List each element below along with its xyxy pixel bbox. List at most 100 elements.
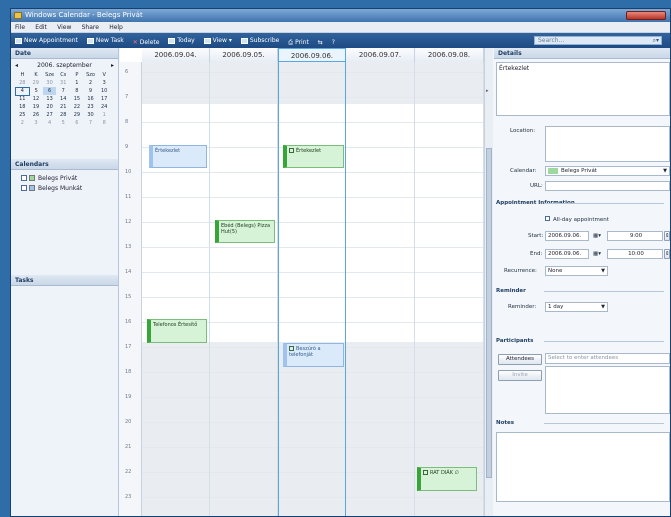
day-cell[interactable]: 29 bbox=[70, 111, 84, 119]
appointment[interactable]: Értekezlet bbox=[283, 145, 344, 168]
day-cell[interactable]: 8 bbox=[97, 119, 111, 127]
day-cell[interactable]: 1 bbox=[97, 111, 111, 119]
subscribe-button[interactable]: Subscribe bbox=[240, 33, 279, 48]
appointment[interactable]: Értekezlet bbox=[149, 145, 207, 168]
attendees-list[interactable] bbox=[545, 366, 670, 414]
start-date-field[interactable]: 2006.09.06. bbox=[545, 231, 589, 241]
day-cell[interactable]: 15 bbox=[70, 95, 84, 103]
day-column-selected[interactable] bbox=[278, 62, 346, 516]
day-cell[interactable]: 5 bbox=[29, 87, 43, 95]
day-cell[interactable]: 6 bbox=[70, 119, 84, 127]
vertical-scrollbar[interactable]: ▸ bbox=[484, 48, 493, 516]
day-header[interactable]: 2006.09.04. bbox=[142, 48, 210, 62]
end-time-field[interactable]: 10:00 bbox=[607, 249, 663, 259]
day-cell[interactable]: 18 bbox=[16, 103, 30, 111]
day-cell[interactable]: 19 bbox=[29, 103, 43, 111]
appointment[interactable]: Beszúró a telefonját bbox=[283, 343, 344, 367]
appointment[interactable]: Telefonos Értesítő bbox=[147, 319, 207, 343]
menu-share[interactable]: Share bbox=[82, 24, 99, 31]
day-cell[interactable]: 9 bbox=[84, 87, 98, 95]
prev-month-icon[interactable]: ◂ bbox=[15, 62, 18, 69]
notes-field[interactable] bbox=[496, 432, 670, 502]
day-cell[interactable]: 7 bbox=[56, 87, 70, 95]
title-field[interactable]: Értekezlet bbox=[496, 62, 670, 116]
day-column[interactable] bbox=[346, 62, 415, 516]
day-cell-selected[interactable]: 6 bbox=[42, 87, 57, 95]
appointment[interactable]: Ebéd (Belegs) Pizza Hut(5) bbox=[215, 220, 275, 243]
next-month-icon[interactable]: ▸ bbox=[111, 62, 114, 69]
day-cell[interactable]: 31 bbox=[56, 79, 70, 87]
day-cell[interactable]: 2 bbox=[84, 79, 98, 87]
appointment[interactable]: RAT DIÁK ∅ bbox=[417, 467, 477, 491]
url-field[interactable] bbox=[545, 181, 670, 191]
scrollbar-thumb[interactable] bbox=[486, 148, 492, 478]
day-cell[interactable]: 25 bbox=[16, 111, 30, 119]
day-cell[interactable]: 23 bbox=[84, 103, 98, 111]
day-column[interactable] bbox=[142, 62, 210, 516]
location-field[interactable] bbox=[545, 126, 670, 162]
day-header-selected[interactable]: 2006.09.06. bbox=[278, 48, 346, 62]
day-cell[interactable]: 14 bbox=[56, 95, 70, 103]
day-cell[interactable]: 29 bbox=[29, 79, 43, 87]
today-button[interactable]: Today bbox=[168, 33, 195, 48]
new-appointment-button[interactable]: New Appointment bbox=[15, 33, 78, 48]
start-time-spinner[interactable]: ⇕ bbox=[664, 231, 670, 241]
date-picker-icon[interactable]: ▦▾ bbox=[593, 251, 601, 257]
search-input[interactable]: Search... ⌕▾ bbox=[534, 36, 662, 45]
menu-file[interactable]: File bbox=[15, 24, 25, 31]
day-header[interactable]: 2006.09.07. bbox=[346, 48, 415, 62]
calendar-select[interactable]: Belegs Privát ▼ bbox=[545, 166, 670, 176]
day-cell[interactable]: 7 bbox=[84, 119, 98, 127]
day-cell[interactable]: 5 bbox=[56, 119, 70, 127]
attendees-button[interactable]: Attendees bbox=[498, 354, 542, 365]
day-cell[interactable]: 2 bbox=[16, 119, 30, 127]
date-picker-icon[interactable]: ▦▾ bbox=[593, 233, 601, 239]
invite-button[interactable]: Invite bbox=[498, 370, 542, 381]
checkbox-icon[interactable] bbox=[545, 216, 550, 221]
day-cell[interactable]: 21 bbox=[56, 103, 70, 111]
calendar-item-work[interactable]: Belegs Munkát bbox=[11, 183, 118, 193]
day-cell[interactable]: 28 bbox=[56, 111, 70, 119]
menu-help[interactable]: Help bbox=[109, 24, 123, 31]
day-column[interactable] bbox=[415, 62, 484, 516]
day-cell[interactable]: 17 bbox=[97, 95, 111, 103]
day-cell[interactable]: 28 bbox=[16, 79, 30, 87]
day-cell[interactable]: 3 bbox=[29, 119, 43, 127]
recurrence-select[interactable]: None ▼ bbox=[545, 266, 608, 276]
new-task-button[interactable]: New Task bbox=[86, 33, 124, 48]
day-cell[interactable]: 30 bbox=[43, 79, 57, 87]
day-header[interactable]: 2006.09.08. bbox=[415, 48, 484, 62]
window-controls[interactable] bbox=[626, 11, 666, 20]
attendees-input[interactable]: Select to enter attendees bbox=[545, 353, 670, 364]
day-cell[interactable]: 24 bbox=[97, 103, 111, 111]
all-day-checkbox[interactable]: All-day appointment bbox=[545, 216, 609, 223]
day-header[interactable]: 2006.09.05. bbox=[210, 48, 278, 62]
collapse-arrow-icon[interactable]: ▸ bbox=[486, 88, 489, 94]
day-cell[interactable]: 27 bbox=[43, 111, 57, 119]
day-cell[interactable]: 3 bbox=[97, 79, 111, 87]
reminder-select[interactable]: 1 day ▼ bbox=[545, 302, 608, 312]
start-time-field[interactable]: 9:00 bbox=[607, 231, 663, 241]
menu-edit[interactable]: Edit bbox=[35, 24, 47, 31]
day-cell[interactable]: 11 bbox=[16, 95, 30, 103]
day-cell[interactable]: 4 bbox=[15, 86, 30, 96]
menu-view[interactable]: View bbox=[57, 24, 71, 31]
end-date-field[interactable]: 2006.09.06. bbox=[545, 249, 589, 259]
day-cell[interactable]: 1 bbox=[70, 79, 84, 87]
day-column[interactable] bbox=[210, 62, 278, 516]
checkbox-icon[interactable] bbox=[21, 175, 27, 181]
day-cell[interactable]: 30 bbox=[84, 111, 98, 119]
day-cell[interactable]: 12 bbox=[29, 95, 43, 103]
calendar-item-private[interactable]: Belegs Privát bbox=[11, 173, 118, 183]
day-cell[interactable]: 20 bbox=[43, 103, 57, 111]
day-cell[interactable]: 13 bbox=[43, 95, 57, 103]
day-cell[interactable]: 22 bbox=[70, 103, 84, 111]
day-cell[interactable]: 26 bbox=[29, 111, 43, 119]
end-time-spinner[interactable]: ⇕ bbox=[664, 249, 670, 259]
day-cell[interactable]: 4 bbox=[43, 119, 57, 127]
day-cell[interactable]: 8 bbox=[70, 87, 84, 95]
checkbox-icon[interactable] bbox=[21, 185, 27, 191]
day-cell[interactable]: 16 bbox=[84, 95, 98, 103]
view-button[interactable]: View ▾ bbox=[203, 33, 232, 48]
day-cell[interactable]: 10 bbox=[97, 87, 111, 95]
